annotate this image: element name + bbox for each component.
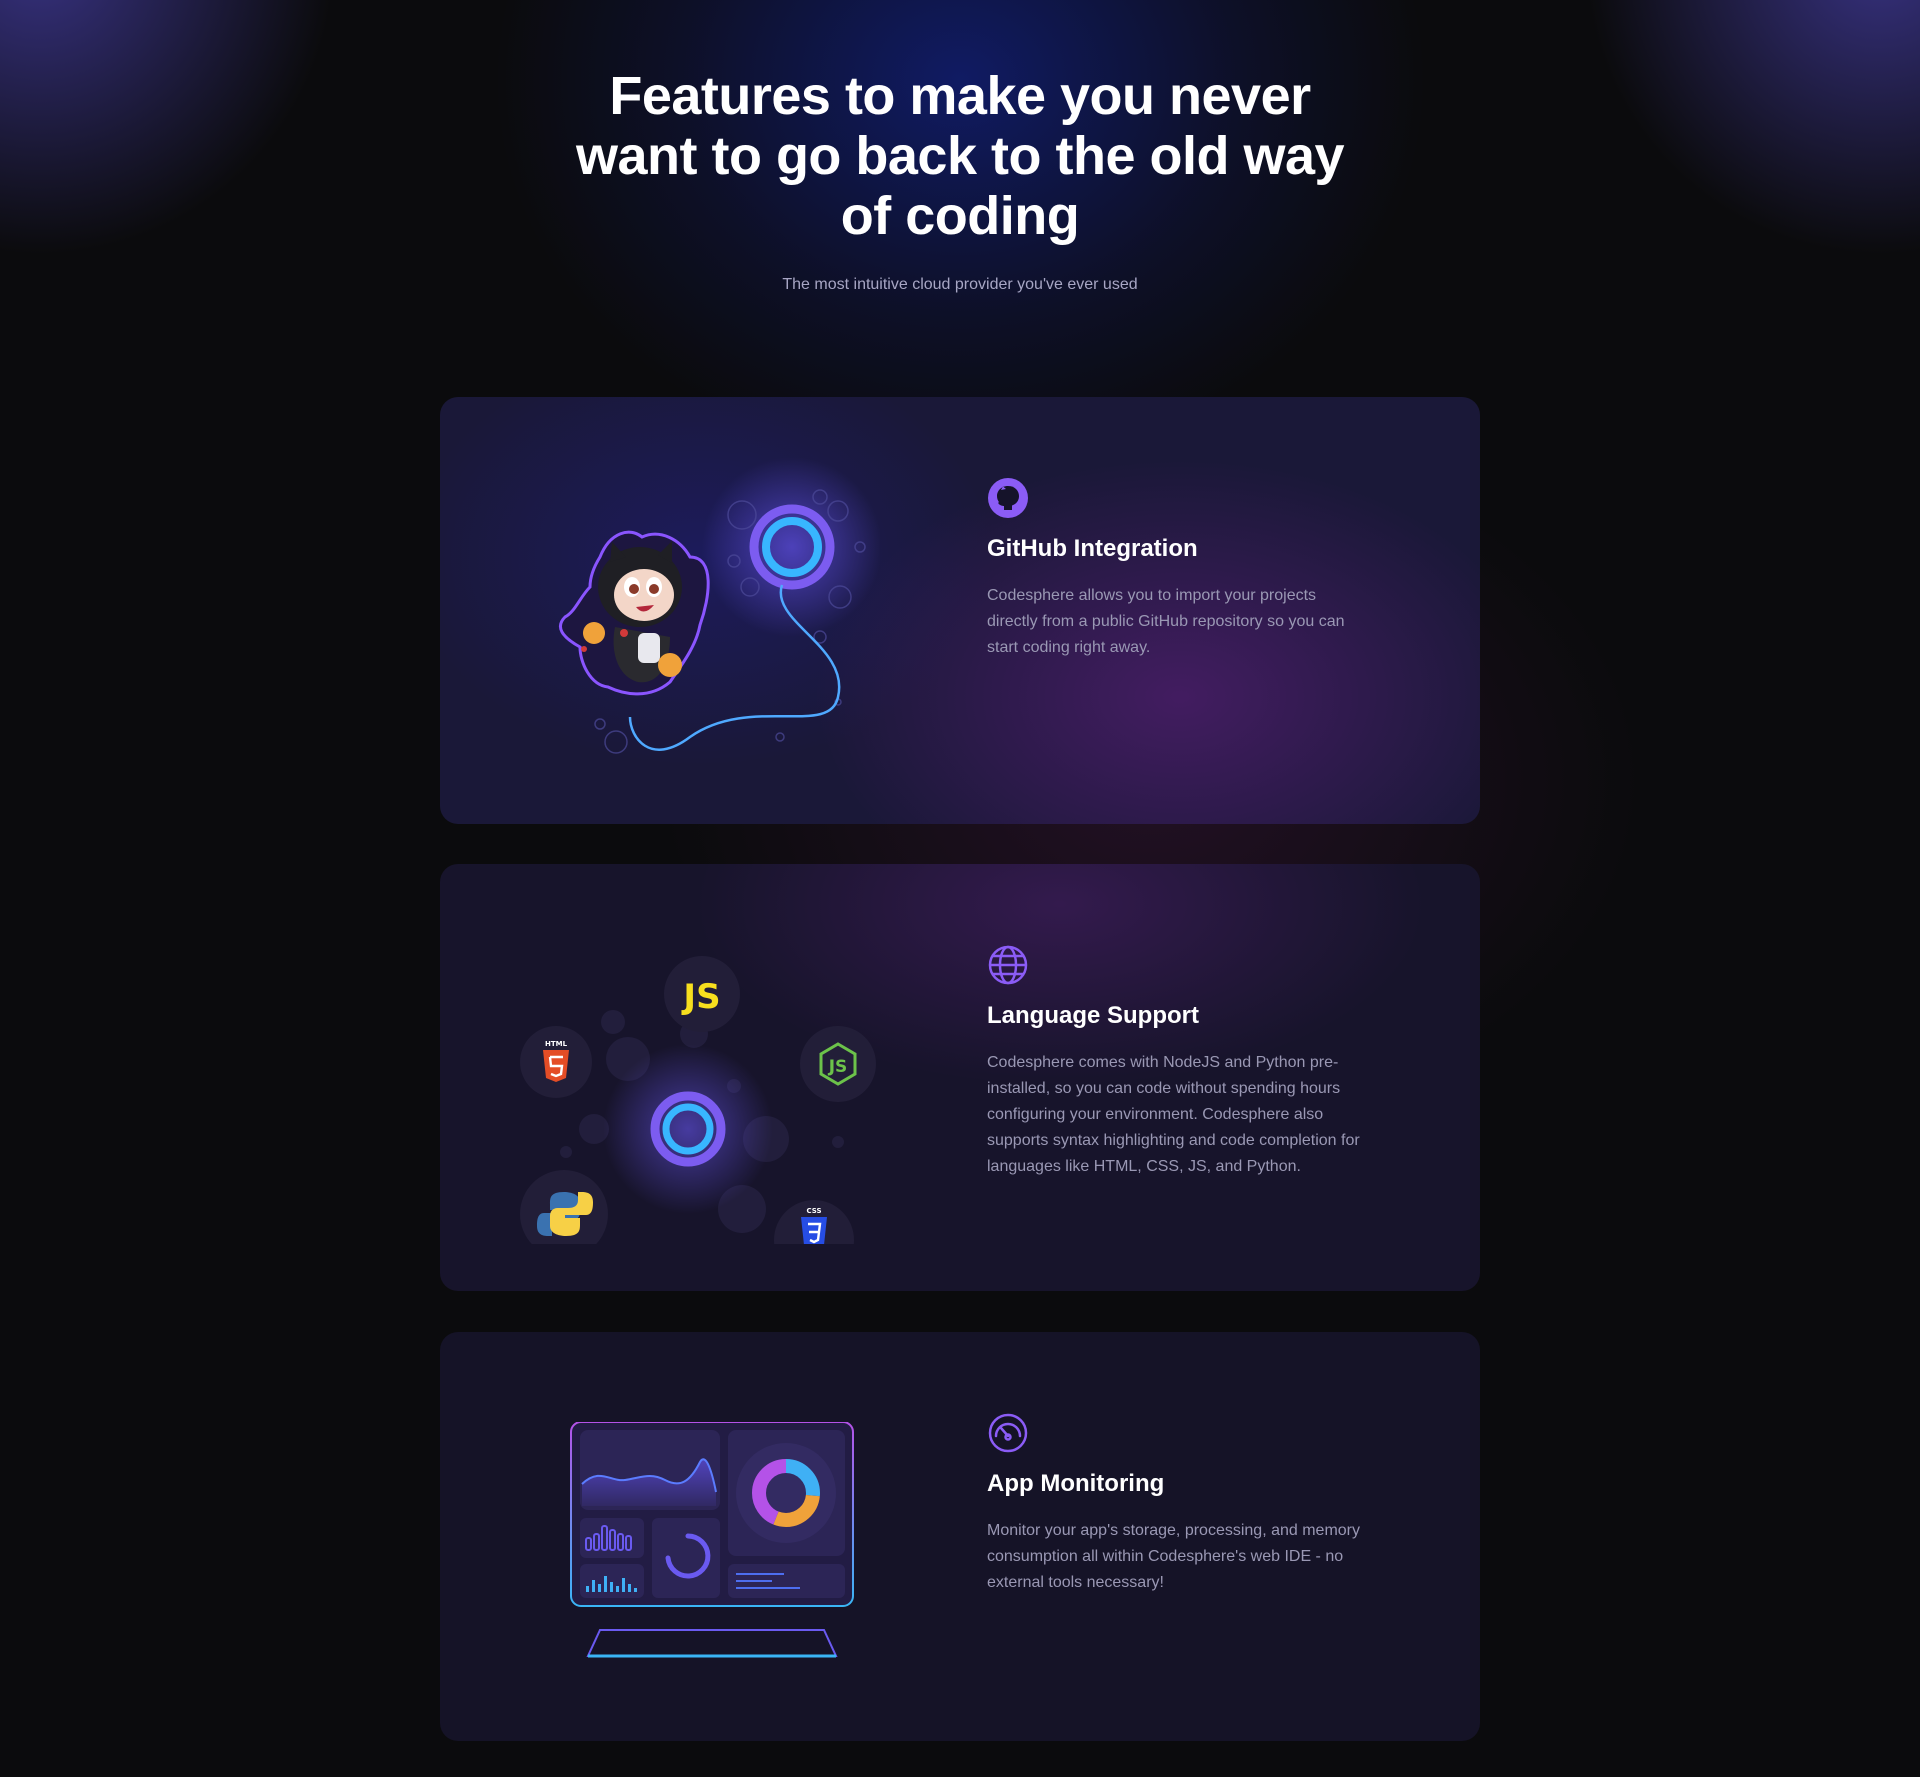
- css-logo-label: CSS: [806, 1207, 821, 1215]
- feature-description: Monitor your app's storage, processing, …: [987, 1522, 1361, 1591]
- js-logo-label: JS: [681, 977, 720, 1017]
- feature-title: App Monitoring: [987, 1470, 1165, 1497]
- hero-section: Features to make you never want to go ba…: [0, 66, 1920, 294]
- feature-info-github: GitHub Integration Codesphere allows you…: [987, 477, 1367, 661]
- feature-card-languages: JS HTML JS CSS Language Support Codesphe…: [440, 864, 1480, 1291]
- page-title: Features to make you never want to go ba…: [575, 66, 1345, 246]
- feature-title: Language Support: [987, 1002, 1199, 1029]
- languages-illustration: JS HTML JS CSS: [520, 956, 876, 1244]
- feature-description: Codesphere allows you to import your pro…: [987, 587, 1345, 656]
- feature-title: GitHub Integration: [987, 535, 1198, 562]
- feature-info-languages: Language Support Codesphere comes with N…: [987, 944, 1367, 1180]
- github-icon: [988, 478, 1028, 518]
- feature-card-monitoring: App Monitoring Monitor your app's storag…: [440, 1332, 1480, 1741]
- gauge-icon: [988, 1413, 1028, 1453]
- html-logo-label: HTML: [545, 1040, 568, 1048]
- feature-info-monitoring: App Monitoring Monitor your app's storag…: [987, 1412, 1367, 1596]
- globe-icon: [988, 945, 1028, 985]
- page-subtitle: The most intuitive cloud provider you've…: [782, 276, 1138, 293]
- monitor-dashboard-illustration: [570, 1422, 854, 1658]
- feature-description: Codesphere comes with NodeJS and Python …: [987, 1054, 1360, 1175]
- feature-card-github: GitHub Integration Codesphere allows you…: [440, 397, 1480, 824]
- nodejs-logo: JS: [828, 1057, 848, 1077]
- octocat-astronaut-illustration: [559, 457, 880, 754]
